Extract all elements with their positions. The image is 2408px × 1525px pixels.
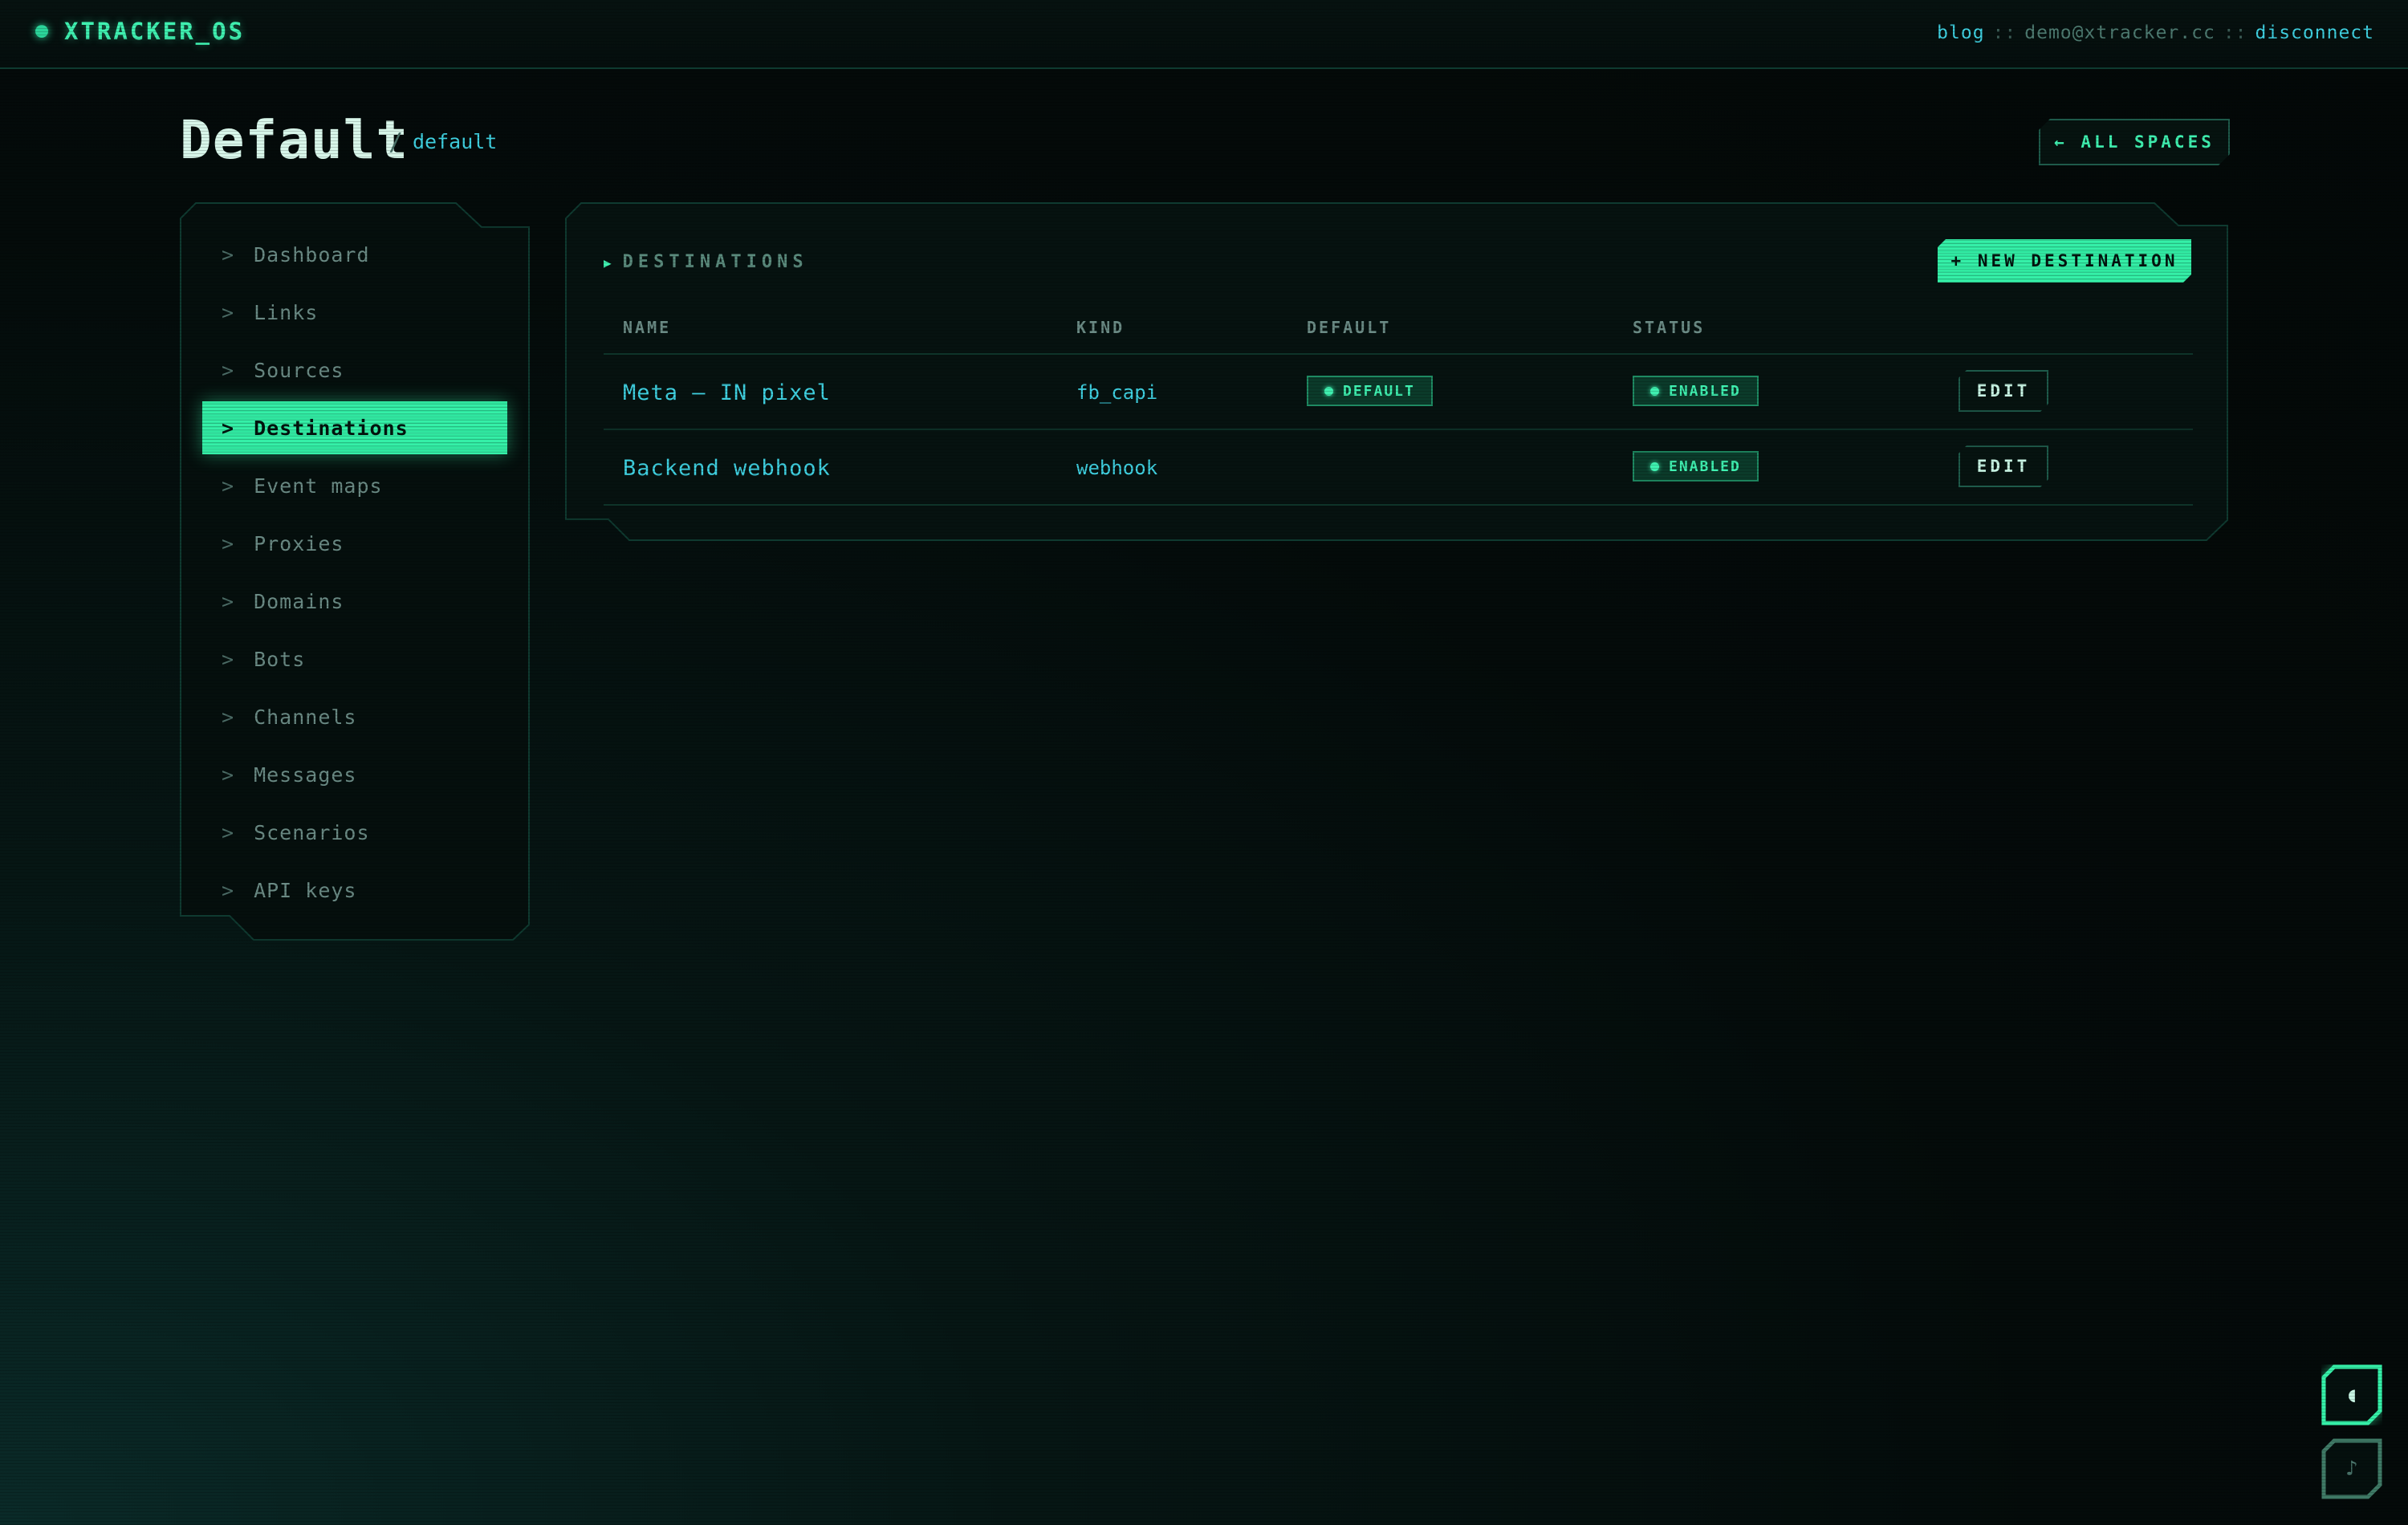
sidebar-item-links[interactable]: > Links [202, 286, 507, 339]
status-badge-label: ENABLED [1669, 382, 1741, 400]
sidebar-item-domains[interactable]: > Domains [202, 575, 507, 628]
sidebar-item-label: Sources [254, 358, 344, 382]
chevron-right-icon: > [222, 589, 235, 613]
breadcrumb-separator: / [388, 128, 404, 157]
user-email: demo@xtracker.cc [2024, 22, 2215, 43]
default-badge: DEFAULT [1307, 376, 1433, 406]
sidebar-item-label: API keys [254, 878, 357, 902]
column-header-kind: KIND [1076, 318, 1125, 337]
sidebar-item-label: Event maps [254, 474, 383, 498]
chevron-right-icon: > [222, 242, 235, 266]
sidebar-item-label: Proxies [254, 531, 344, 555]
sidebar-item-event-maps[interactable]: > Event maps [202, 459, 507, 512]
status-badge: ENABLED [1633, 376, 1759, 406]
all-spaces-button[interactable]: ← ALL SPACES [2039, 119, 2230, 165]
divider [604, 429, 2193, 430]
separator: :: [1992, 22, 2017, 43]
panel-title-text: DESTINATIONS [622, 252, 808, 272]
chevron-right-icon: > [222, 358, 235, 382]
blog-link[interactable]: blog [1937, 22, 1984, 43]
chevron-right-icon: > [222, 878, 235, 902]
chevron-right-icon: > [222, 820, 235, 844]
divider [604, 353, 2193, 355]
chevron-right-icon: > [222, 474, 235, 498]
chevron-right-icon: > [222, 705, 235, 729]
separator: :: [2223, 22, 2247, 43]
column-header-name: NAME [623, 318, 672, 337]
edit-button[interactable]: EDIT [1959, 445, 2048, 487]
status-badge: ENABLED [1633, 451, 1759, 482]
chevron-right-icon: > [222, 531, 235, 555]
destination-kind: webhook [1076, 457, 1158, 479]
chevron-right-icon: > [222, 416, 235, 440]
dot-icon [1650, 462, 1659, 471]
sidebar-item-label: Scenarios [254, 820, 370, 844]
sound-toggle-button[interactable]: ♪ [2321, 1438, 2382, 1499]
dot-icon [1324, 386, 1333, 396]
sidebar-item-label: Destinations [254, 416, 409, 440]
new-destination-button[interactable]: + NEW DESTINATION [1938, 239, 2191, 283]
sidebar-item-messages[interactable]: > Messages [202, 748, 507, 801]
top-bar: XTRACKER_OS blog:: demo@xtracker.cc:: disc… [0, 0, 2408, 69]
destination-name-link[interactable]: Meta — IN pixel [623, 380, 831, 405]
sidebar-item-channels[interactable]: > Channels [202, 690, 507, 743]
sidebar-item-scenarios[interactable]: > Scenarios [202, 806, 507, 859]
disconnect-link[interactable]: disconnect [2255, 22, 2374, 43]
column-header-status: STATUS [1633, 318, 1706, 337]
sidebar-item-bots[interactable]: > Bots [202, 632, 507, 685]
sidebar-item-destinations[interactable]: > Destinations [202, 401, 507, 454]
top-links: blog:: demo@xtracker.cc:: disconnect [1937, 22, 2374, 43]
page-title: Default [180, 109, 409, 171]
theme-toggle-button[interactable]: ◖ [2321, 1364, 2382, 1425]
brand-name: XTRACKER_OS [64, 18, 246, 45]
sidebar-item-dashboard[interactable]: > Dashboard [202, 228, 507, 281]
destination-kind: fb_capi [1076, 381, 1158, 404]
default-badge-label: DEFAULT [1343, 382, 1415, 400]
sidebar-item-label: Dashboard [254, 242, 370, 266]
sidebar-item-label: Channels [254, 705, 357, 729]
dot-icon [1650, 386, 1659, 396]
sidebar-item-label: Bots [254, 647, 306, 671]
theme-icon: ◖ [2345, 1383, 2358, 1407]
sidebar-item-sources[interactable]: > Sources [202, 344, 507, 396]
sidebar-item-proxies[interactable]: > Proxies [202, 517, 507, 570]
sidebar-item-label: Messages [254, 762, 357, 787]
triangle-icon: ▶ [604, 255, 612, 270]
sidebar-item-label: Domains [254, 589, 344, 613]
destination-name-link[interactable]: Backend webhook [623, 456, 831, 481]
panel-title: ▶ DESTINATIONS [604, 252, 808, 272]
sidebar-item-api-keys[interactable]: > API keys [202, 864, 507, 917]
sidebar-item-label: Links [254, 300, 319, 324]
edit-button[interactable]: EDIT [1959, 370, 2048, 412]
space-slug: default [413, 130, 498, 153]
chevron-right-icon: > [222, 647, 235, 671]
brand[interactable]: XTRACKER_OS [35, 18, 245, 45]
chevron-right-icon: > [222, 300, 235, 324]
status-badge-label: ENABLED [1669, 458, 1741, 475]
destinations-panel: ▶ DESTINATIONS + NEW DESTINATION NAME KIN… [565, 202, 2228, 541]
chevron-right-icon: > [222, 762, 235, 787]
divider [604, 504, 2193, 506]
music-note-icon: ♪ [2345, 1457, 2358, 1481]
column-header-default: DEFAULT [1307, 318, 1392, 337]
status-dot-icon [35, 25, 48, 38]
sidebar: > Dashboard > Links > Sources > Destinations > Ev… [180, 202, 530, 941]
